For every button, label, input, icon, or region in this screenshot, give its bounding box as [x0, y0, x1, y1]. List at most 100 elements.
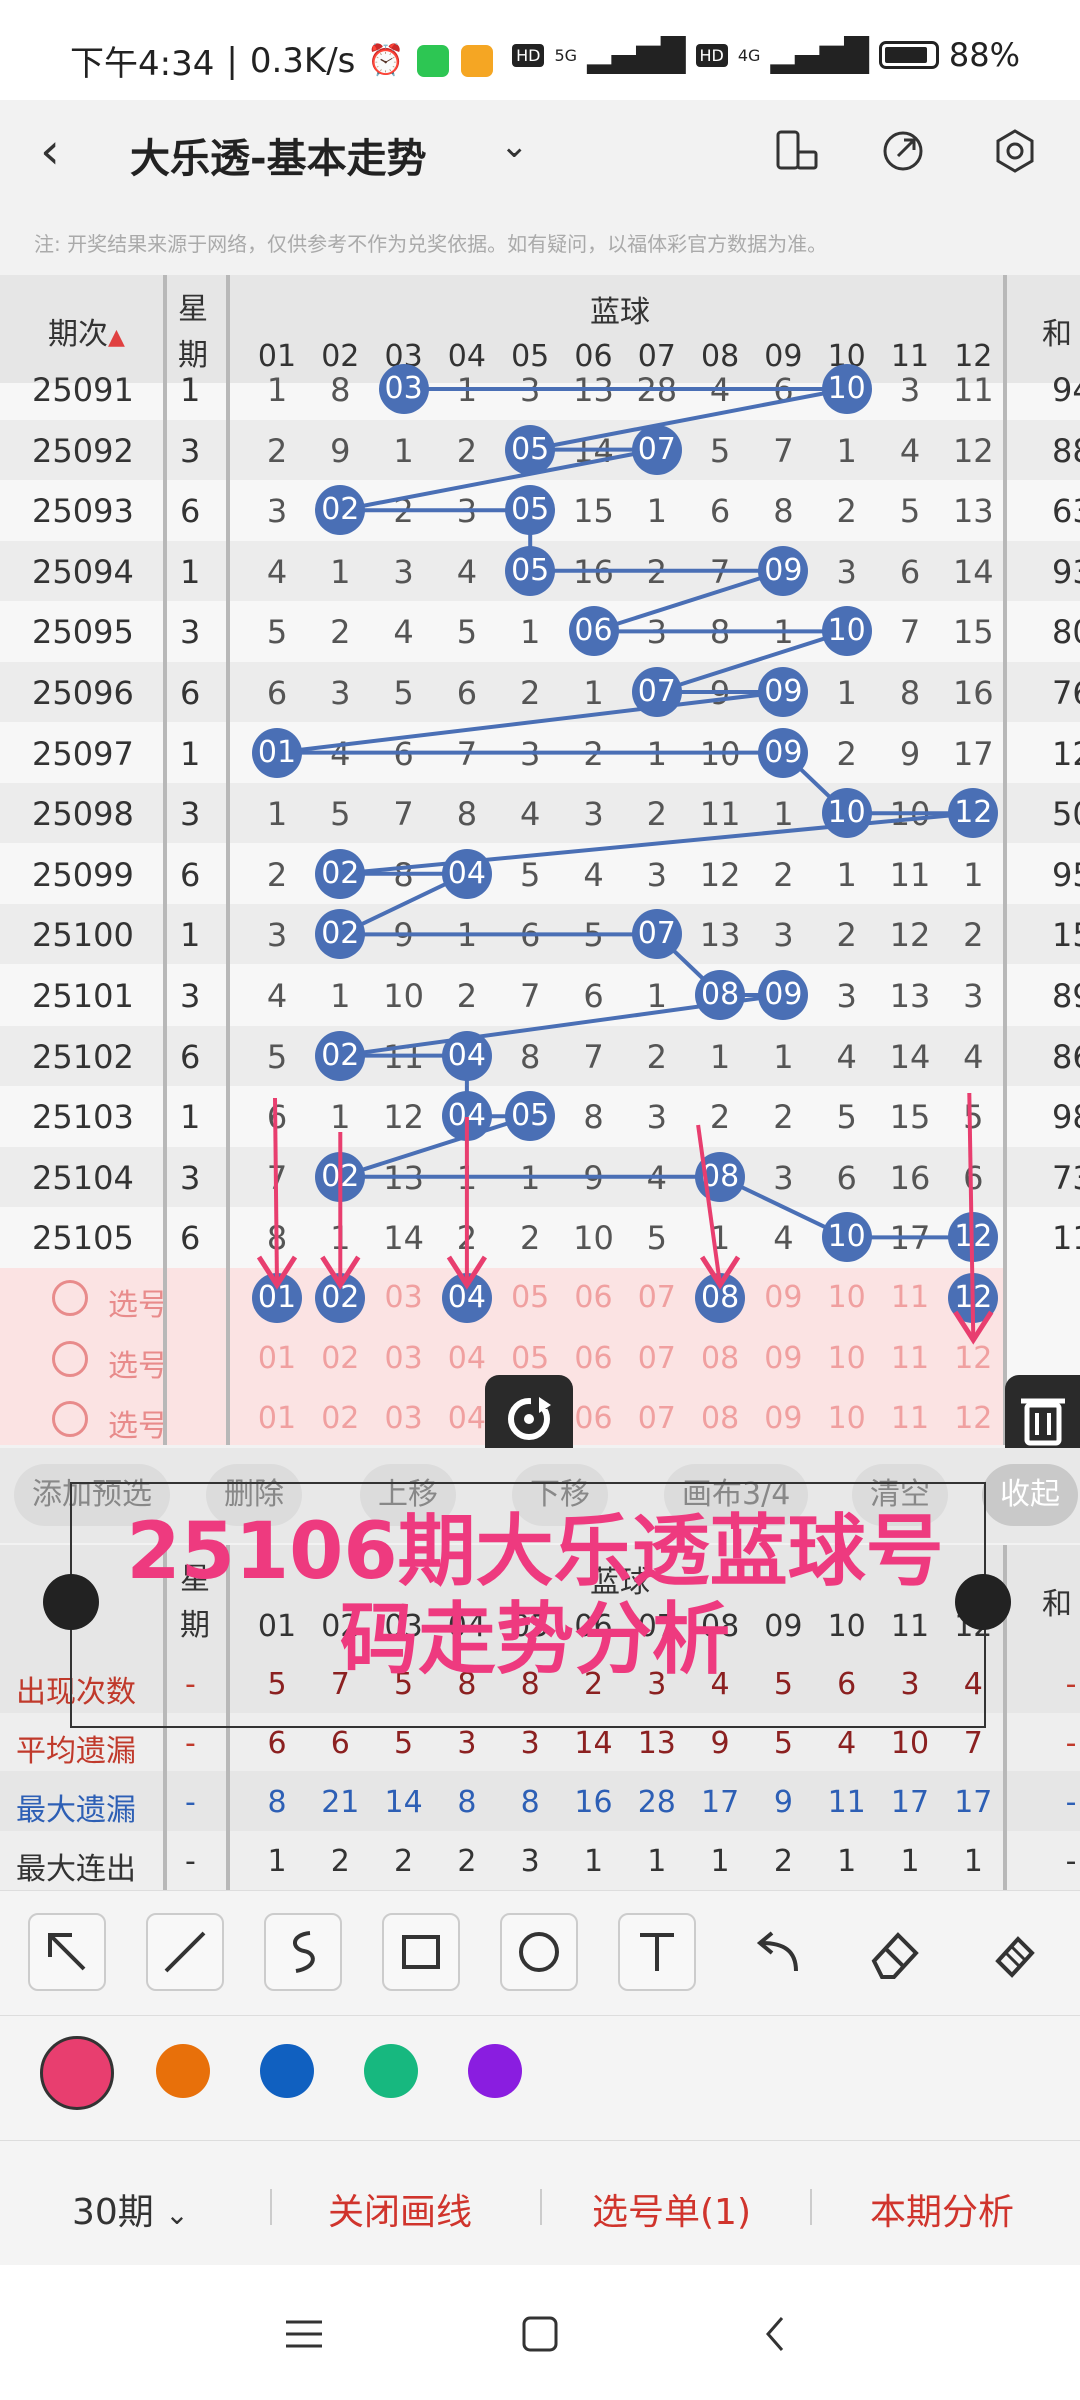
omission-cell: 3	[456, 492, 478, 531]
omission-cell: 14	[952, 552, 994, 591]
selected-number[interactable]: 01	[252, 1273, 302, 1323]
week-cell: 3	[180, 795, 201, 834]
color-swatch[interactable]	[468, 2044, 522, 2098]
stats-value: 9	[773, 1785, 793, 1820]
pick-number[interactable]: 12	[942, 1341, 1004, 1376]
pick-number[interactable]: 06	[563, 1280, 625, 1315]
pick-number[interactable]: 10	[816, 1401, 878, 1436]
pick-number[interactable]: 09	[752, 1341, 814, 1376]
stats-value: 1	[267, 1844, 287, 1879]
color-swatch[interactable]	[156, 2044, 210, 2098]
overlay-annotation-text[interactable]: 25106期大乐透蓝球号 码走势分析	[70, 1508, 1000, 1684]
signal-icon-2: ▂▄▆█	[770, 36, 869, 74]
stats-value: 7	[963, 1726, 983, 1761]
omission-cell: 14	[383, 1219, 424, 1258]
settings-icon[interactable]	[992, 128, 1038, 174]
pick-number[interactable]: 10	[816, 1341, 878, 1376]
status-speed: 0.3K/s	[249, 40, 356, 81]
selected-number[interactable]: 02	[315, 1273, 366, 1323]
pick-label[interactable]: 选号	[108, 1280, 168, 1324]
undo-icon[interactable]	[740, 1921, 814, 1985]
system-nav-bar	[0, 2265, 1080, 2400]
circle-tool-icon[interactable]	[500, 1913, 578, 1991]
pick-number[interactable]: 08	[689, 1401, 751, 1436]
pick-number[interactable]: 11	[879, 1280, 941, 1315]
color-swatch[interactable]	[260, 2044, 314, 2098]
period-selector[interactable]: 30期 ⌄	[72, 2183, 189, 2235]
pick-number[interactable]: 09	[752, 1280, 814, 1315]
omission-cell: 7	[773, 431, 794, 470]
rectangle-tool-icon[interactable]	[382, 1913, 460, 1991]
pick-number[interactable]: 07	[626, 1401, 688, 1436]
pick-list-button[interactable]: 选号单(1)	[592, 2183, 751, 2235]
pick-number[interactable]: 09	[752, 1401, 814, 1436]
trend-grid: 期次▲ 星期 蓝球 和 01 02 03 04 05 06 07 08 09 10 11 12 250…	[0, 275, 1080, 1445]
omission-cell: 15	[952, 613, 994, 652]
current-analysis-button[interactable]: 本期分析	[870, 2183, 1014, 2235]
clear-canvas-icon[interactable]	[976, 1921, 1050, 1985]
sum-cell: 50	[1052, 795, 1080, 834]
period-cell: 25097	[32, 734, 134, 773]
pick-label[interactable]: 选号	[108, 1341, 168, 1385]
stats-row: 最大连出 - 1 2 2 2 3 1 1 1 2 1 1 1 -	[0, 1830, 1080, 1890]
pick-number[interactable]: 07	[626, 1280, 688, 1315]
period-header[interactable]: 期次▲	[48, 309, 125, 353]
selected-number[interactable]: 04	[441, 1273, 492, 1323]
color-swatch-selected[interactable]	[40, 2036, 114, 2110]
stats-value: 2	[457, 1844, 477, 1879]
arrow-tool-icon[interactable]	[28, 1913, 106, 1991]
selected-number[interactable]: 12	[948, 1273, 999, 1323]
pick-number[interactable]: 02	[309, 1401, 371, 1436]
pick-number[interactable]: 01	[246, 1401, 308, 1436]
pick-number[interactable]: 12	[942, 1401, 1004, 1436]
line-tool-icon[interactable]	[146, 1913, 224, 1991]
selected-number[interactable]: 08	[695, 1273, 746, 1323]
omission-cell: 3	[646, 855, 667, 894]
device-rotate-icon[interactable]	[774, 128, 820, 174]
pick-radio[interactable]	[52, 1280, 88, 1316]
omission-cell: 2	[330, 613, 351, 652]
pick-number[interactable]: 03	[373, 1401, 435, 1436]
sum-cell: 93	[1052, 552, 1080, 591]
week-cell: 6	[180, 1037, 201, 1076]
omission-cell: 11	[699, 795, 741, 834]
pick-number[interactable]: 05	[499, 1341, 561, 1376]
chevron-down-icon[interactable]: ⌄	[500, 126, 529, 166]
pick-number[interactable]: 06	[563, 1341, 625, 1376]
pick-number[interactable]: 04	[436, 1341, 498, 1376]
page-title[interactable]: 大乐透-基本走势	[130, 126, 427, 184]
omission-cell: 8	[583, 1098, 604, 1137]
omission-cell: 5	[709, 431, 731, 470]
pick-number[interactable]: 08	[689, 1341, 751, 1376]
stats-value: 21	[321, 1785, 360, 1820]
omission-cell: 11	[383, 1037, 424, 1076]
pick-number[interactable]: 11	[879, 1401, 941, 1436]
color-swatch[interactable]	[364, 2044, 418, 2098]
pick-radio[interactable]	[52, 1340, 88, 1377]
sum-cell: 11	[1052, 1219, 1080, 1258]
pick-number[interactable]: 03	[373, 1341, 435, 1376]
omission-cell: 5	[520, 855, 541, 894]
pick-number[interactable]: 11	[879, 1341, 941, 1376]
omission-cell: 2	[646, 1037, 667, 1076]
stats-value: 5	[773, 1726, 793, 1761]
text-tool-icon[interactable]	[618, 1913, 696, 1991]
menu-icon[interactable]	[280, 2310, 328, 2358]
home-icon[interactable]	[516, 2310, 564, 2358]
color-palette	[0, 2015, 1080, 2141]
omission-cell: 5	[456, 613, 478, 652]
back-arrow-icon[interactable]: ‹	[40, 122, 60, 180]
pick-radio[interactable]	[52, 1401, 88, 1438]
pick-number[interactable]: 03	[373, 1280, 435, 1315]
close-lines-button[interactable]: 关闭画线	[328, 2183, 472, 2235]
pick-number[interactable]: 05	[499, 1280, 561, 1315]
eraser-icon[interactable]	[858, 1921, 932, 1985]
share-icon[interactable]	[880, 128, 926, 174]
pick-number[interactable]: 01	[246, 1341, 308, 1376]
freehand-tool-icon[interactable]	[264, 1913, 342, 1991]
pick-number[interactable]: 07	[626, 1341, 688, 1376]
pick-number[interactable]: 02	[309, 1341, 371, 1376]
pick-label[interactable]: 选号	[108, 1401, 168, 1445]
pick-number[interactable]: 10	[816, 1280, 878, 1315]
back-icon[interactable]	[752, 2310, 800, 2358]
